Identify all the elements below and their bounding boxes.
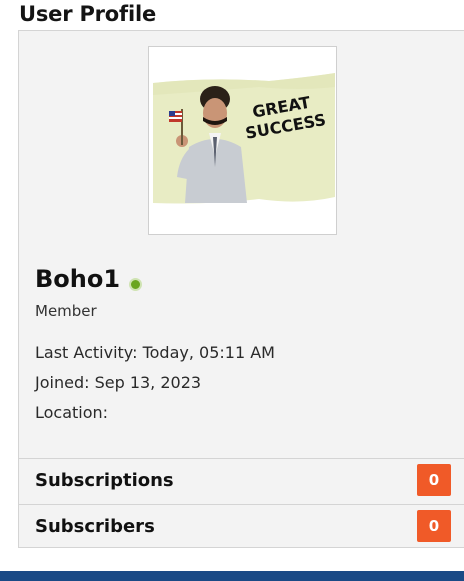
subscriptions-row[interactable]: Subscriptions 0 [19, 458, 464, 503]
location: Location: [35, 403, 109, 422]
last-activity: Last Activity: Today, 05:11 AM [35, 343, 275, 362]
subscriptions-label: Subscriptions [35, 470, 174, 491]
page-title: User Profile [19, 2, 157, 26]
profile-panel: GREAT SUCCESS Boho1 Member Last Activity… [18, 30, 464, 548]
subscribers-count-badge: 0 [417, 510, 451, 542]
subscribers-label: Subscribers [35, 516, 155, 537]
avatar-image: GREAT SUCCESS [149, 47, 336, 234]
subscribers-row[interactable]: Subscribers 0 [19, 504, 464, 549]
subscriptions-count-badge: 0 [417, 464, 451, 496]
username: Boho1 [35, 265, 121, 293]
joined-date: Joined: Sep 13, 2023 [35, 373, 202, 392]
footer-bar [0, 571, 464, 581]
avatar[interactable]: GREAT SUCCESS [148, 46, 337, 235]
online-status-icon [129, 278, 142, 291]
user-role: Member [35, 302, 97, 320]
